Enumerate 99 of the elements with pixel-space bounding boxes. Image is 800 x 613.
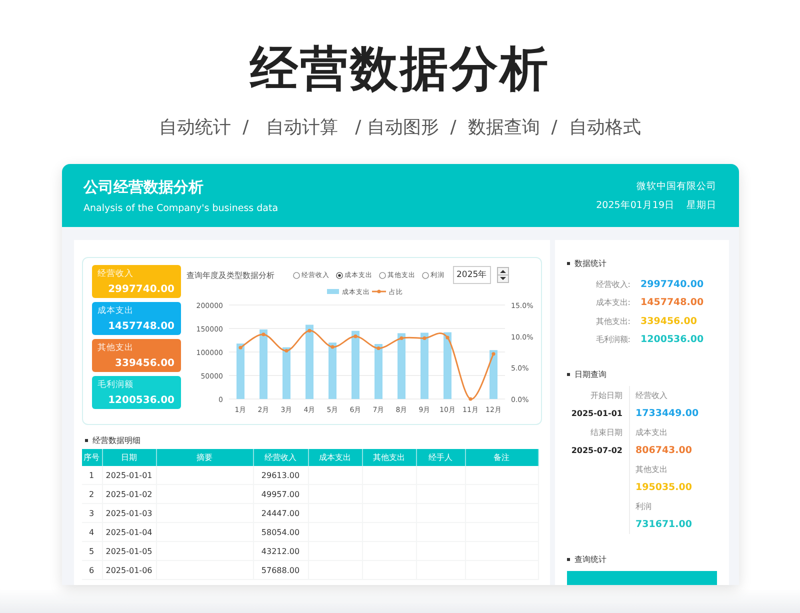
table-cell: 24447.00: [254, 504, 308, 523]
line-point: [284, 348, 288, 353]
kpi-label: 毛利润额: [98, 379, 134, 391]
bar: [443, 332, 451, 399]
line-point: [491, 352, 495, 356]
line-point: [307, 328, 311, 332]
dashboard-title: 公司经营数据分析: [84, 178, 204, 196]
column-header: 摘要: [156, 449, 254, 466]
date-text: 2025年01月19日: [596, 198, 674, 212]
table-cell: 4: [82, 523, 102, 542]
bar: [420, 332, 428, 399]
line-point: [330, 345, 334, 349]
kpi-label: 经营收入: [98, 268, 134, 280]
column-header: 备注: [466, 449, 538, 466]
page-title: 经营数据分析: [250, 40, 550, 99]
table-cell: 6: [82, 561, 102, 580]
line-point: [422, 336, 426, 340]
bar: [374, 344, 382, 399]
metric-label: 其他支出: [636, 464, 668, 475]
table-cell: [416, 466, 466, 485]
table-cell: 3: [82, 504, 102, 523]
table-cell: 2025-01-02: [102, 485, 156, 504]
bar: [282, 347, 290, 399]
stat-label: 毛利润额:: [596, 334, 630, 346]
table-cell: 29613.00: [254, 466, 308, 485]
radio-icon[interactable]: [292, 272, 300, 278]
date-value: 2025-01-01: [571, 409, 622, 418]
dashboard-subtitle: Analysis of the Company's business data: [84, 202, 278, 214]
line-point: [261, 332, 265, 336]
kpi-value: 1200536.00: [108, 395, 174, 406]
line-point: [468, 397, 472, 401]
table-cell: [308, 466, 362, 485]
kpi-label: 其他支出: [98, 342, 134, 354]
metric-value: 731671.00: [636, 519, 692, 530]
column-header: 日期: [102, 449, 156, 466]
column-header: 经营收入: [254, 449, 308, 466]
stat-label: 其他支出:: [596, 316, 630, 327]
stat-value: 339456.00: [640, 316, 698, 327]
bar: [397, 333, 405, 399]
section-title: 查询统计: [566, 554, 720, 565]
column-header: 序号: [82, 449, 102, 466]
kpi-value: 339456.00: [115, 358, 174, 369]
column-header: 成本支出: [308, 449, 362, 466]
table-cell: 1: [82, 466, 102, 485]
year-field[interactable]: 2025年: [452, 266, 492, 284]
table-cell: 2025-01-06: [102, 561, 156, 580]
table-cell: 2025-01-03: [102, 504, 156, 523]
line-point: [376, 346, 380, 350]
section-title: 数据统计: [566, 258, 720, 269]
table-cell: 43212.00: [254, 542, 308, 561]
section-title: 日期查询: [566, 369, 720, 380]
radio-icon[interactable]: [336, 272, 342, 278]
date-label: 开始日期: [590, 390, 622, 401]
table-cell: [362, 466, 416, 485]
date-label: 结束日期: [590, 426, 622, 438]
kpi-value: 1457748.00: [108, 321, 174, 332]
line-point: [399, 336, 403, 340]
stat-value: 1200536.00: [640, 334, 705, 346]
kpi-value: 2997740.00: [108, 284, 174, 295]
stat-label: 成本支出:: [596, 297, 630, 308]
bar: [259, 329, 267, 399]
table-cell: 5: [82, 542, 102, 561]
table-cell: 2025-01-05: [102, 542, 156, 561]
table-cell: 58054.00: [254, 523, 308, 542]
line-point: [353, 334, 357, 338]
metric-label: 经营收入: [636, 390, 668, 401]
line-point: [445, 336, 449, 340]
company-name: 微软中国有限公司: [636, 180, 716, 192]
legend-swatch: [326, 289, 338, 294]
bar: [236, 344, 244, 399]
metric-value: 195035.00: [636, 482, 692, 494]
date-value: 2025-07-02: [571, 446, 622, 456]
table-cell: 2: [82, 485, 102, 504]
table-cell: 2025-01-01: [102, 466, 156, 485]
legend-line-icon: [372, 290, 386, 294]
kpi-label: 成本支出: [98, 305, 134, 317]
page-subtitle: 自动统计 / 自动计算 / 自动图形 / 数据查询 / 自动格式: [159, 116, 641, 140]
spinner-icon[interactable]: [497, 267, 510, 283]
chart-title: 查询年度及类型数据分析: [186, 270, 274, 280]
metric-value: 1733449.00: [636, 408, 699, 420]
table-cell: 2025-01-04: [102, 523, 156, 542]
column-header: 其他支出: [362, 449, 416, 466]
bar: [489, 350, 497, 399]
stat-value: 2997740.00: [640, 278, 705, 290]
metric-value: 806743.00: [636, 445, 692, 456]
metric-label: 成本支出: [636, 426, 668, 438]
section-title: 经营数据明细: [84, 435, 542, 446]
bar: [351, 330, 359, 399]
stat-value: 1457748.00: [640, 297, 705, 308]
radio-icon[interactable]: [378, 272, 386, 278]
table-cell: 49957.00: [254, 485, 308, 504]
table-cell: 57688.00: [254, 561, 308, 580]
stat-label: 经营收入:: [596, 278, 630, 290]
weekday-text: 星期日: [686, 198, 716, 212]
bar: [328, 342, 336, 399]
metric-label: 利润: [636, 500, 652, 512]
line-point: [238, 346, 242, 350]
radio-icon[interactable]: [422, 272, 428, 278]
column-header: 经手人: [416, 449, 466, 466]
